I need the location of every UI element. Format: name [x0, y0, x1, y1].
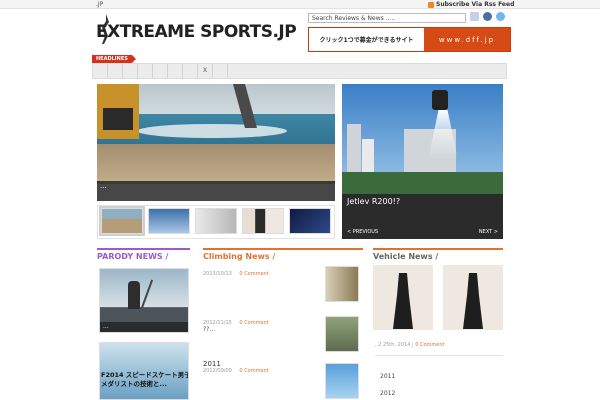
climbing-entry-meta: 2012/09/00 0 Comment: [203, 368, 269, 374]
previous-button[interactable]: < PREVIOUS: [347, 229, 378, 235]
headline-tab[interactable]: [138, 64, 153, 78]
donation-banner[interactable]: クリック1つで募金ができるサイト www.dff.jp: [308, 27, 511, 52]
main-slider[interactable]: ...: [97, 84, 335, 201]
entry-comment-link[interactable]: 0 Comment: [239, 320, 268, 326]
climbing-year-heading: 2011: [203, 360, 221, 368]
headline-tab-close[interactable]: X: [198, 64, 213, 78]
headline-tabs: X: [92, 63, 507, 79]
headline-tab[interactable]: [108, 64, 123, 78]
archive-year-link[interactable]: 2012: [380, 390, 395, 397]
slider-caption: ...: [100, 182, 107, 190]
climber-figure: [128, 281, 140, 309]
dress-figure: [393, 273, 413, 329]
flag-icon[interactable]: [470, 12, 479, 21]
entry-date: 2013/10/13: [203, 271, 232, 277]
entry-comment-link[interactable]: 0 Comment: [239, 368, 268, 374]
slider-foam: [137, 124, 287, 138]
excavator-bucket: [103, 108, 133, 130]
feature-trees: [342, 172, 503, 194]
slider-thumbnails: [97, 205, 335, 239]
entry-comment-link[interactable]: 0 Comment: [239, 271, 268, 277]
next-button[interactable]: NEXT >: [479, 229, 498, 235]
dress-figure: [463, 273, 483, 329]
slider-thumbnail[interactable]: [242, 208, 284, 234]
slider-thumbnail[interactable]: [289, 208, 331, 234]
banner-left-text: クリック1つで募金ができるサイト: [309, 28, 424, 51]
climbing-thumbnail[interactable]: [325, 266, 359, 302]
site-tld-label: .JP: [96, 1, 104, 8]
rss-subscribe-link[interactable]: Subscribe Via Rss Feed: [428, 1, 514, 8]
vehicle-entry-meta: , 2 25th, 2014 | 0 Comment: [375, 342, 445, 348]
archive-year-link[interactable]: 2011: [380, 373, 395, 380]
search-input[interactable]: [308, 13, 466, 23]
feature-title[interactable]: Jetlev R200!?: [347, 197, 400, 206]
climbing-entry-excerpt: ??...: [203, 326, 216, 333]
divider: [375, 355, 503, 356]
climbing-thumbnail[interactable]: [325, 316, 359, 352]
climbing-thumbnail[interactable]: [325, 363, 359, 399]
climbing-news-heading[interactable]: Climbing News /: [203, 248, 363, 262]
banner-right-text: www.dff.jp: [424, 28, 510, 51]
slider-thumbnail[interactable]: [101, 208, 143, 234]
climbing-entry-meta: 2013/10/13 0 Comment: [203, 271, 269, 277]
parody-thumb-caption: ...: [100, 322, 188, 332]
slider-thumbnail[interactable]: [148, 208, 190, 234]
headline-tab[interactable]: [213, 64, 228, 78]
social-icons: [470, 12, 505, 21]
headline-tab[interactable]: [168, 64, 183, 78]
vehicle-news-heading[interactable]: Vehicle News /: [373, 248, 503, 262]
slider-sand: [97, 144, 335, 184]
parody-article-thumbnail[interactable]: ...: [99, 268, 189, 333]
site-logo[interactable]: EXTREAME SPORTS.JP: [96, 14, 297, 44]
climber-pole: [140, 279, 154, 309]
facebook-icon[interactable]: [483, 12, 492, 21]
vehicle-thumbnail[interactable]: [443, 265, 503, 330]
headline-tab[interactable]: [183, 64, 198, 78]
slider-thumbnail[interactable]: [195, 208, 237, 234]
rss-label: Subscribe Via Rss Feed: [436, 1, 515, 8]
jetpack-rider: [432, 90, 448, 110]
entry-date: 2012/09/00: [203, 368, 232, 374]
feature-box[interactable]: Jetlev R200!? < PREVIOUS NEXT >: [342, 84, 503, 239]
entry-comment-link[interactable]: 0 Comment: [415, 342, 444, 348]
parody-thumb-subtitle: メダリストの技術と...: [101, 380, 167, 388]
rss-icon: [428, 1, 434, 8]
twitter-icon[interactable]: [496, 12, 505, 21]
headlines-label: HEADLINES: [92, 55, 136, 63]
entry-date: , 2 25th, 2014: [375, 342, 411, 348]
parody-news-heading[interactable]: PARODY NEWS /: [97, 248, 190, 262]
top-bar: .JP Subscribe Via Rss Feed: [0, 0, 600, 9]
headline-tab[interactable]: [153, 64, 168, 78]
headline-tab[interactable]: [123, 64, 138, 78]
logo-text: EXTREAME SPORTS.JP: [96, 22, 297, 42]
parody-article-thumbnail[interactable]: F2014 スピードスケート男子500 メダリストの技術と...: [99, 342, 189, 400]
slider-caption-bar: [97, 181, 335, 201]
vehicle-thumbnail[interactable]: [373, 265, 433, 330]
headline-tab[interactable]: [93, 64, 108, 78]
